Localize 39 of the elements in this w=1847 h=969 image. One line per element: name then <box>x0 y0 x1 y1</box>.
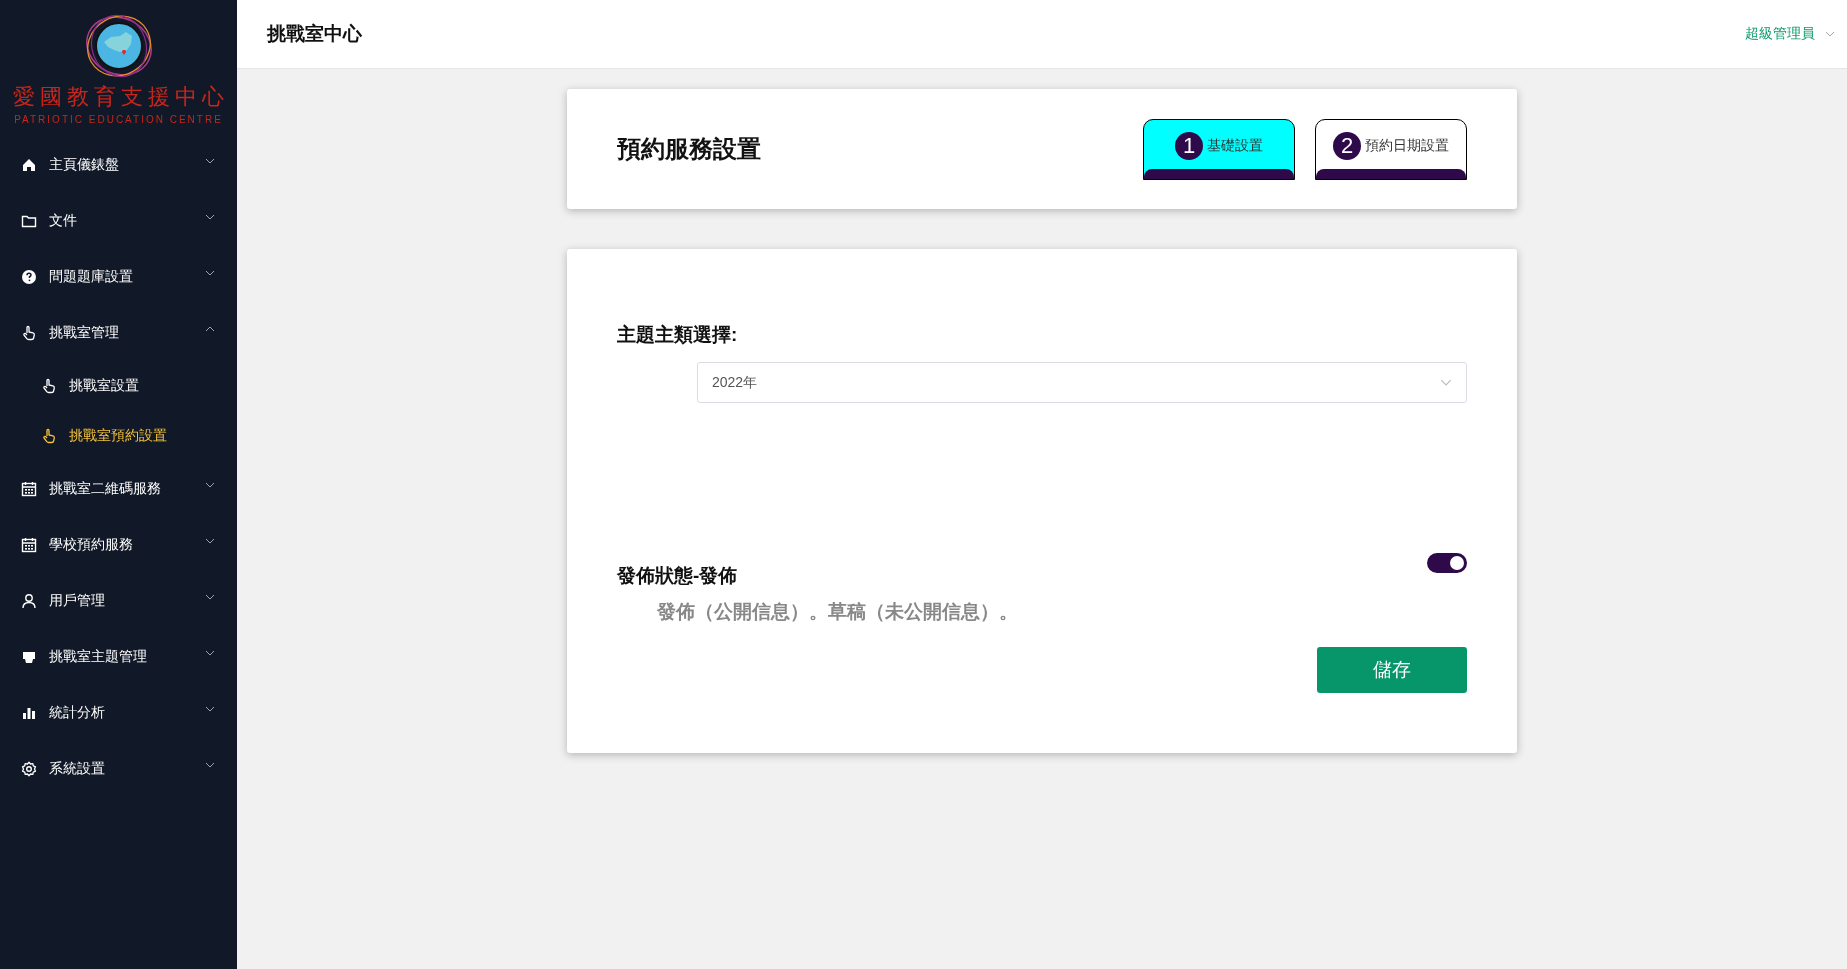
help-icon <box>21 269 37 285</box>
step-tab[interactable]: 2 預約日期設置 <box>1315 118 1467 180</box>
page-title: 挑戰室中心 <box>267 22 362 46</box>
publish-hint: 發佈（公開信息）。草稿（未公開信息）。 <box>657 600 1019 624</box>
nav-item[interactable]: 文件 <box>0 193 237 249</box>
nav-item[interactable]: 主頁儀錶盤 <box>0 137 237 193</box>
save-button[interactable]: 儲存 <box>1317 647 1467 693</box>
nav-item[interactable]: 用戶管理 <box>0 573 237 629</box>
home-icon <box>21 157 37 173</box>
nav-item[interactable]: 學校預約服務 <box>0 517 237 573</box>
settings-icon <box>21 761 37 777</box>
step-number-badge: 2 <box>1333 132 1361 160</box>
printer-icon <box>21 649 37 665</box>
nav-item[interactable]: 統計分析 <box>0 685 237 741</box>
bar-chart-icon <box>21 705 37 721</box>
nav-subitem[interactable]: 挑戰室預約設置 <box>0 411 237 461</box>
step-number-badge: 1 <box>1175 132 1203 160</box>
category-select[interactable]: 2022年 <box>697 362 1467 403</box>
publish-status-label: 發佈狀態-發佈 <box>617 564 738 588</box>
logo-subtitle: PATRIOTIC EDUCATION CENTRE <box>14 114 223 125</box>
calendar-icon <box>21 481 37 497</box>
folder-icon <box>21 213 37 229</box>
user-menu[interactable]: 超級管理員 <box>1745 25 1835 43</box>
step-tab[interactable]: 1 基礎設置 <box>1143 118 1295 180</box>
nav-item[interactable]: 問題題庫設置 <box>0 249 237 305</box>
logo-title: 愛國教育支援中心 <box>12 84 229 110</box>
chevron-icon <box>1825 31 1835 37</box>
toggle-switch[interactable] <box>1427 553 1467 573</box>
nav-item[interactable]: 挑戰室主題管理 <box>0 629 237 685</box>
nav-item[interactable]: 系統設置 <box>0 741 237 797</box>
nav-item[interactable]: 挑戰室二維碼服務 <box>0 461 237 517</box>
nav-item[interactable]: 挑戰室管理 <box>0 305 237 361</box>
settings-title: 預約服務設置 <box>617 134 761 164</box>
calendar-icon <box>21 537 37 553</box>
globe-logo-drawing <box>83 14 154 78</box>
user-icon <box>21 593 37 609</box>
chevron-icon <box>1440 379 1452 386</box>
category-label: 主題主類選擇: <box>617 323 739 347</box>
nav-subitem[interactable]: 挑戰室設置 <box>0 361 237 411</box>
